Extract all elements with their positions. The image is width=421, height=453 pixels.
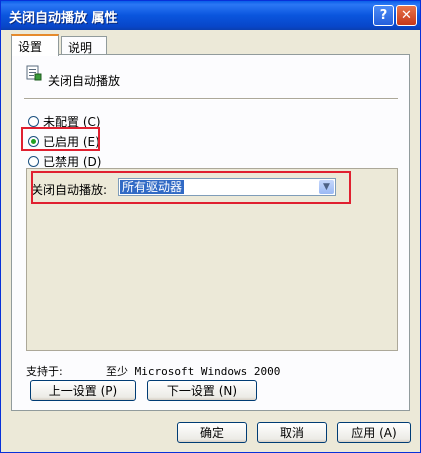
button-label: 上一设置 (P) [48,384,118,398]
help-icon: ? [379,8,388,23]
ok-button[interactable]: 确定 [177,422,247,443]
cancel-button[interactable]: 取消 [257,422,327,443]
radio-disabled[interactable]: 已禁用 (D) [28,153,101,169]
button-label: 取消 [279,426,304,440]
button-label: 应用 (A) [351,426,397,440]
tab-explain[interactable]: 说明 [61,36,107,55]
previous-setting-button[interactable]: 上一设置 (P) [30,380,136,401]
radio-circle-icon[interactable] [28,155,39,167]
radio-label: 已禁用 (D) [43,154,102,169]
button-label: 下一设置 (N) [166,384,238,398]
policy-setting-icon [26,65,42,81]
close-icon: ✕ [401,8,412,23]
title-bar[interactable]: 关闭自动播放 属性 ? ✕ [1,1,420,30]
support-value: 至少 Microsoft Windows 2000 [106,365,281,378]
highlight-box-combo [31,171,351,204]
tab-label: 说明 [68,41,93,55]
window-title: 关闭自动播放 属性 [9,11,118,26]
button-label: 确定 [199,426,224,440]
separator [24,98,398,100]
properties-window: 关闭自动播放 属性 ? ✕ 设置 说明 关闭自动播放 未配置 (C) 已启用 (… [0,0,421,453]
support-label: 支持于: [26,365,63,378]
tab-label: 设置 [18,40,43,54]
tab-settings[interactable]: 设置 [11,34,59,56]
close-button[interactable]: ✕ [396,5,417,26]
policy-name: 关闭自动播放 [48,74,121,88]
next-setting-button[interactable]: 下一设置 (N) [147,380,257,401]
apply-button[interactable]: 应用 (A) [337,422,411,443]
highlight-box-enabled [21,127,100,151]
help-button[interactable]: ? [373,5,394,26]
settings-panel: 关闭自动播放 未配置 (C) 已启用 (E) 已禁用 (D) 关闭自动播放: 所… [11,54,410,411]
radio-circle-icon[interactable] [28,115,39,127]
